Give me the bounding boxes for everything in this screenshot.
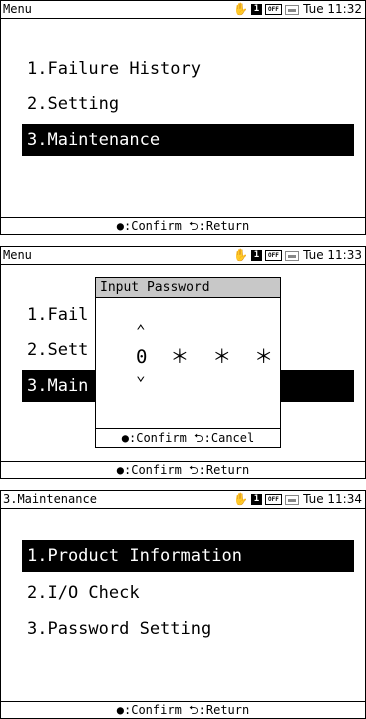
screen-title: 3.Maintenance <box>3 492 97 506</box>
key-guide: ●:Confirm ⮌:Return <box>1 461 365 478</box>
menu-item-io-check[interactable]: 2.I/O Check <box>22 577 354 609</box>
clock: Tue 11:34 <box>303 492 362 506</box>
off-icon: OFF <box>264 250 282 261</box>
off-icon: OFF <box>264 4 282 15</box>
number-one-icon: 1 <box>250 250 262 261</box>
hand-icon: ✋ <box>233 2 248 16</box>
status-icons: ✋ 1 OFF <box>233 3 299 16</box>
menu-item-password-setting[interactable]: 3.Password Setting <box>22 613 354 645</box>
hand-icon: ✋ <box>233 248 248 262</box>
display-icon <box>284 250 299 261</box>
status-bar: 3.Maintenance ✋ 1 OFF Tue 11:34 <box>1 491 365 509</box>
off-icon: OFF <box>264 494 282 505</box>
password-input[interactable]: 0 ＊ ＊ ＊ <box>136 345 273 369</box>
menu-item-setting[interactable]: 2.Setting <box>22 88 354 120</box>
clock: Tue 11:33 <box>303 248 362 262</box>
hand-icon: ✋ <box>233 492 248 506</box>
maintenance-screen: 3.Maintenance ✋ 1 OFF Tue 11:34 1.Produc… <box>0 490 366 719</box>
display-icon <box>284 4 299 15</box>
status-bar: Menu ✋ 1 OFF Tue 11:32 <box>1 1 365 19</box>
number-one-icon: 1 <box>250 494 262 505</box>
screen-title: Menu <box>3 248 32 262</box>
status-icons: ✋ 1 OFF <box>233 493 299 506</box>
dialog-title: Input Password <box>96 278 280 298</box>
menu-item-maintenance[interactable]: 3.Maintenance <box>22 124 354 156</box>
key-guide: ●:Confirm ⮌:Return <box>1 217 365 234</box>
password-screen: Menu ✋ 1 OFF Tue 11:33 1.Fail 2.Sett 3.M… <box>0 246 366 479</box>
screen-title: Menu <box>3 2 32 16</box>
menu-screen: Menu ✋ 1 OFF Tue 11:32 1.Failure History… <box>0 0 366 235</box>
status-icons: ✋ 1 OFF <box>233 249 299 262</box>
number-one-icon: 1 <box>250 4 262 15</box>
chevron-up-icon[interactable]: ⌃ <box>136 322 146 340</box>
key-guide: ●:Confirm ⮌:Return <box>1 701 365 718</box>
menu-item-failure-history[interactable]: 1.Failure History <box>22 53 354 85</box>
clock: Tue 11:32 <box>303 2 362 16</box>
status-bar: Menu ✋ 1 OFF Tue 11:33 <box>1 247 365 265</box>
chevron-down-icon[interactable]: ⌄ <box>136 366 146 384</box>
dialog-key-guide: ●:Confirm ⮌:Cancel <box>96 428 280 447</box>
menu-item-product-information[interactable]: 1.Product Information <box>22 540 354 572</box>
display-icon <box>284 494 299 505</box>
password-dialog: Input Password ⌃ 0 ＊ ＊ ＊ ⌄ ●:Confirm ⮌:C… <box>95 277 281 448</box>
